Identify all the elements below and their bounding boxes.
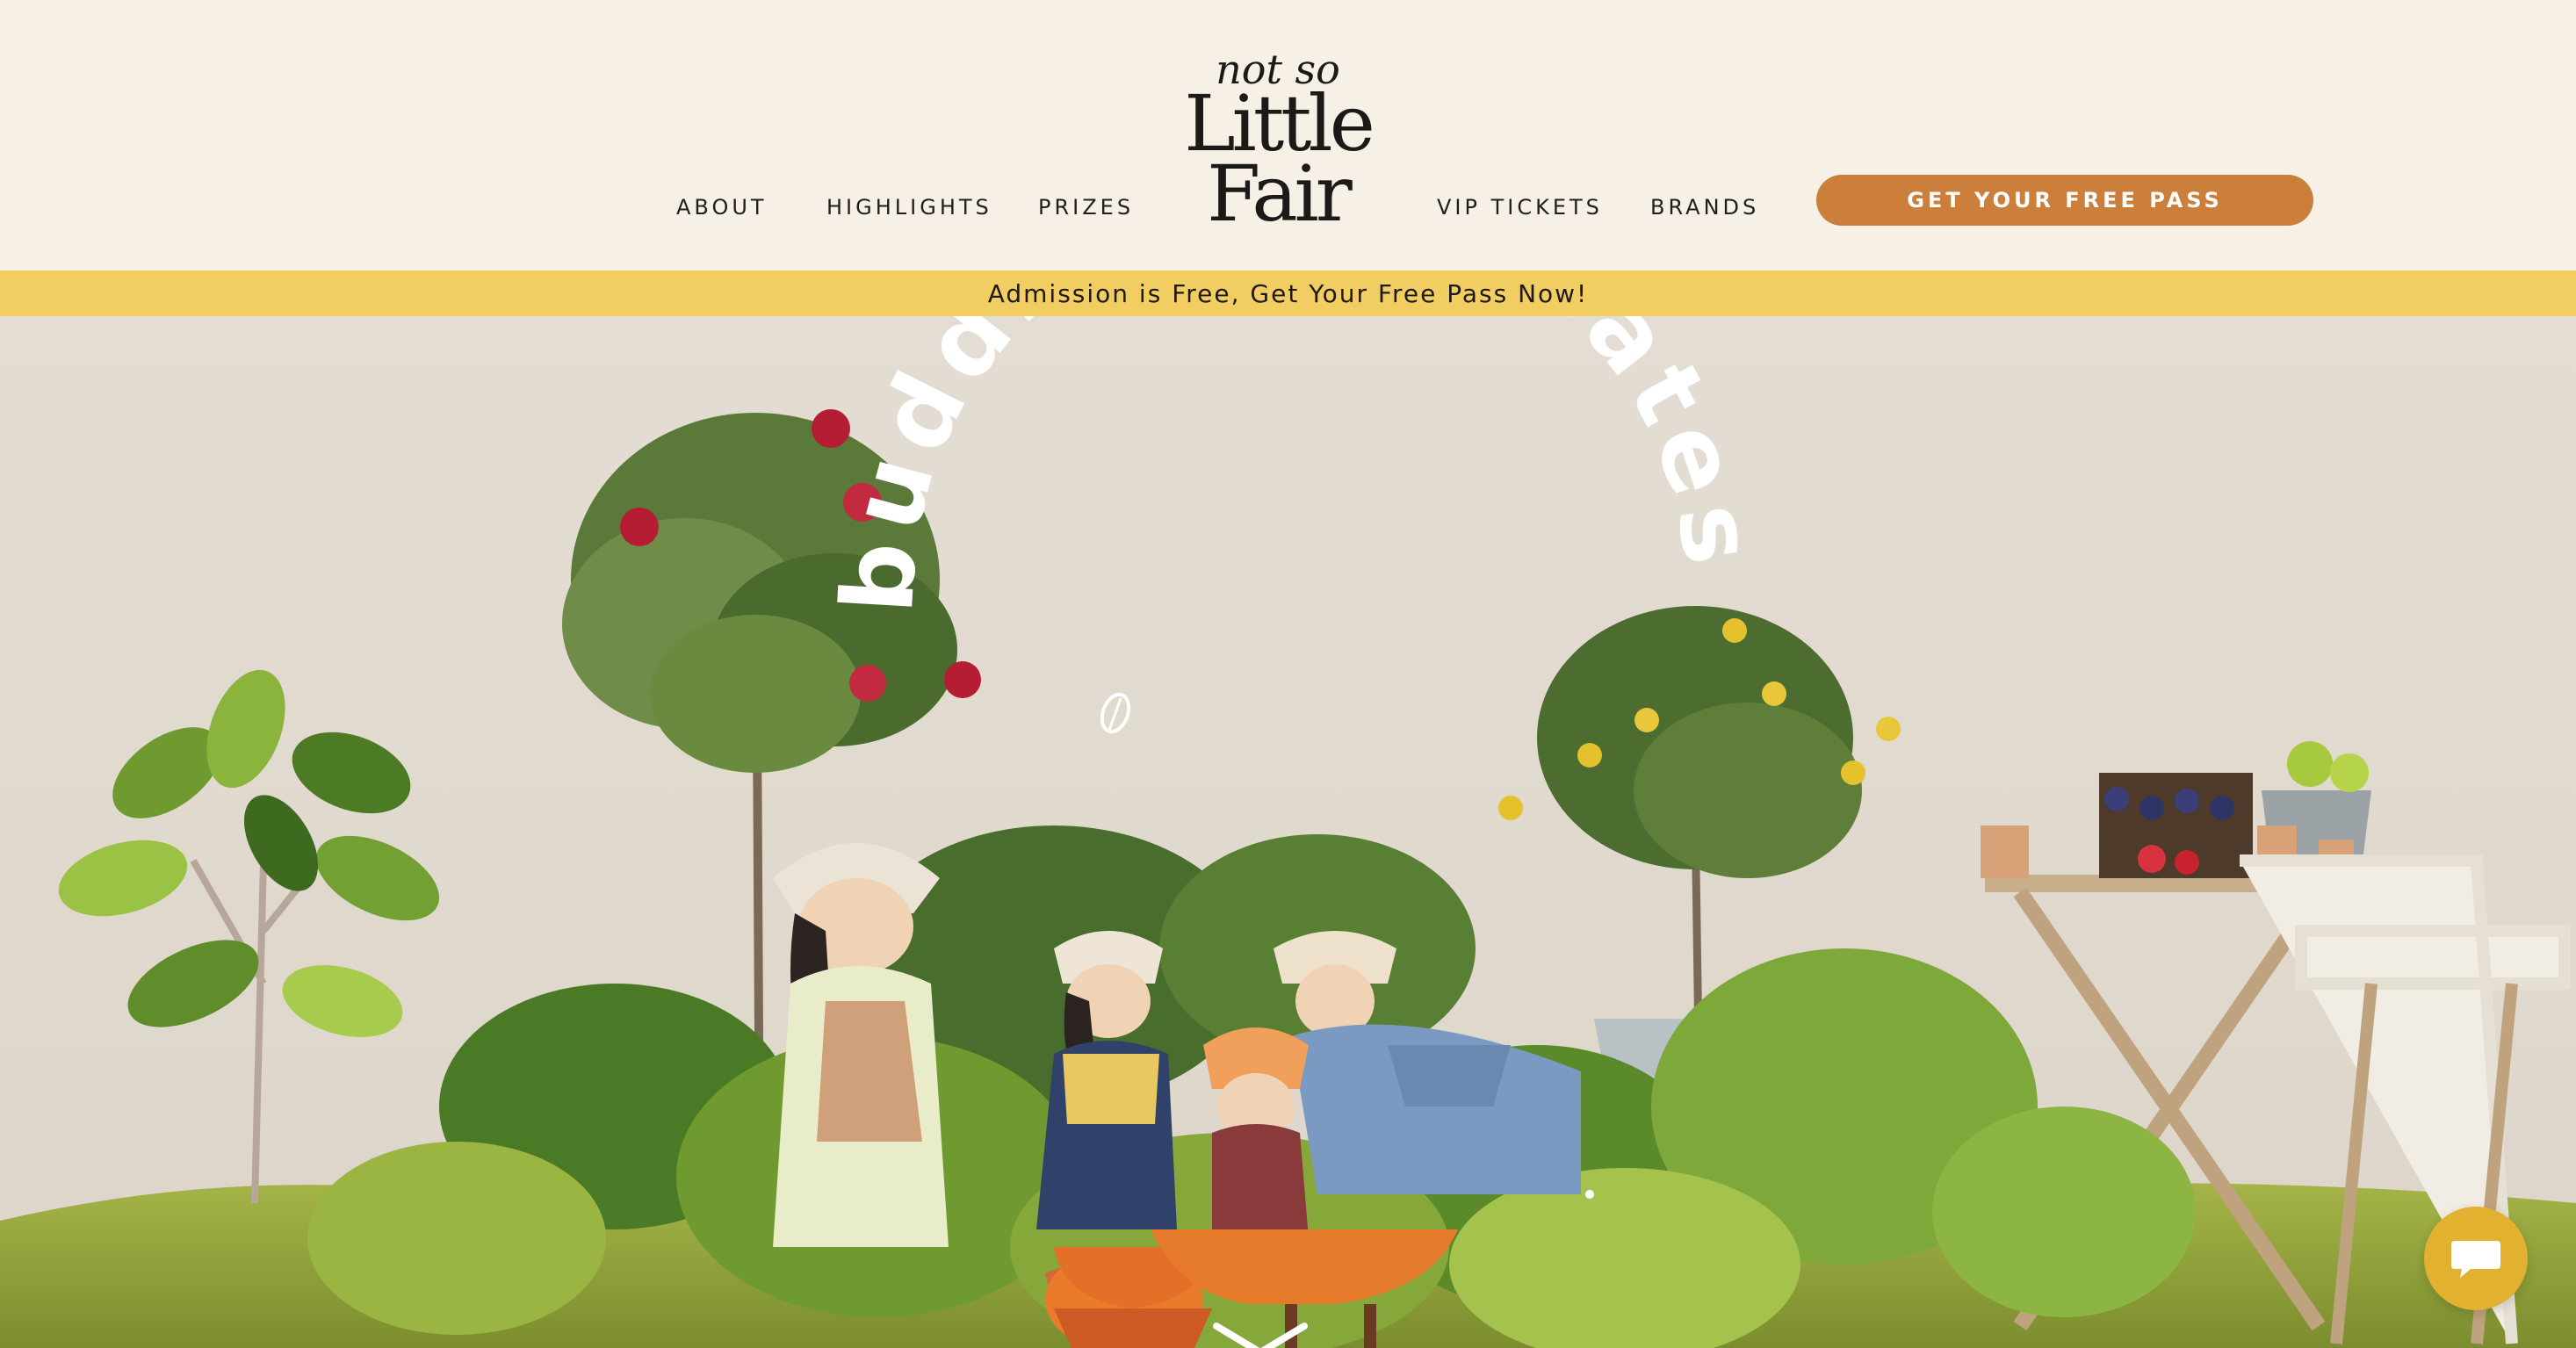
- hero-illustration: budding playmates: [0, 316, 2576, 1348]
- nav-about-link[interactable]: ABOUT: [676, 195, 768, 220]
- logo-line-3: Fair: [1207, 148, 1353, 239]
- chat-bubble-icon: [2451, 1241, 2500, 1278]
- banner-text: Admission is Free, Get Your Free Pass No…: [987, 278, 1589, 308]
- announcement-banner[interactable]: Admission is Free, Get Your Free Pass No…: [0, 270, 2576, 316]
- chat-button[interactable]: [2424, 1207, 2528, 1310]
- site-header: ABOUT HIGHLIGHTS PRIZES not so Little Fa…: [0, 0, 2576, 270]
- nav-prizes-link[interactable]: PRIZES: [1038, 195, 1134, 220]
- get-free-pass-button[interactable]: GET YOUR FREE PASS: [1816, 175, 2313, 226]
- nav-vip-tickets-link[interactable]: VIP TICKETS: [1437, 195, 1603, 220]
- nav-brands-link[interactable]: BRANDS: [1650, 195, 1759, 220]
- site-logo[interactable]: not so Little Fair: [1177, 46, 1379, 239]
- nav-highlights-link[interactable]: HIGHLIGHTS: [826, 195, 992, 220]
- hero-section: budding playmates: [0, 316, 2576, 1348]
